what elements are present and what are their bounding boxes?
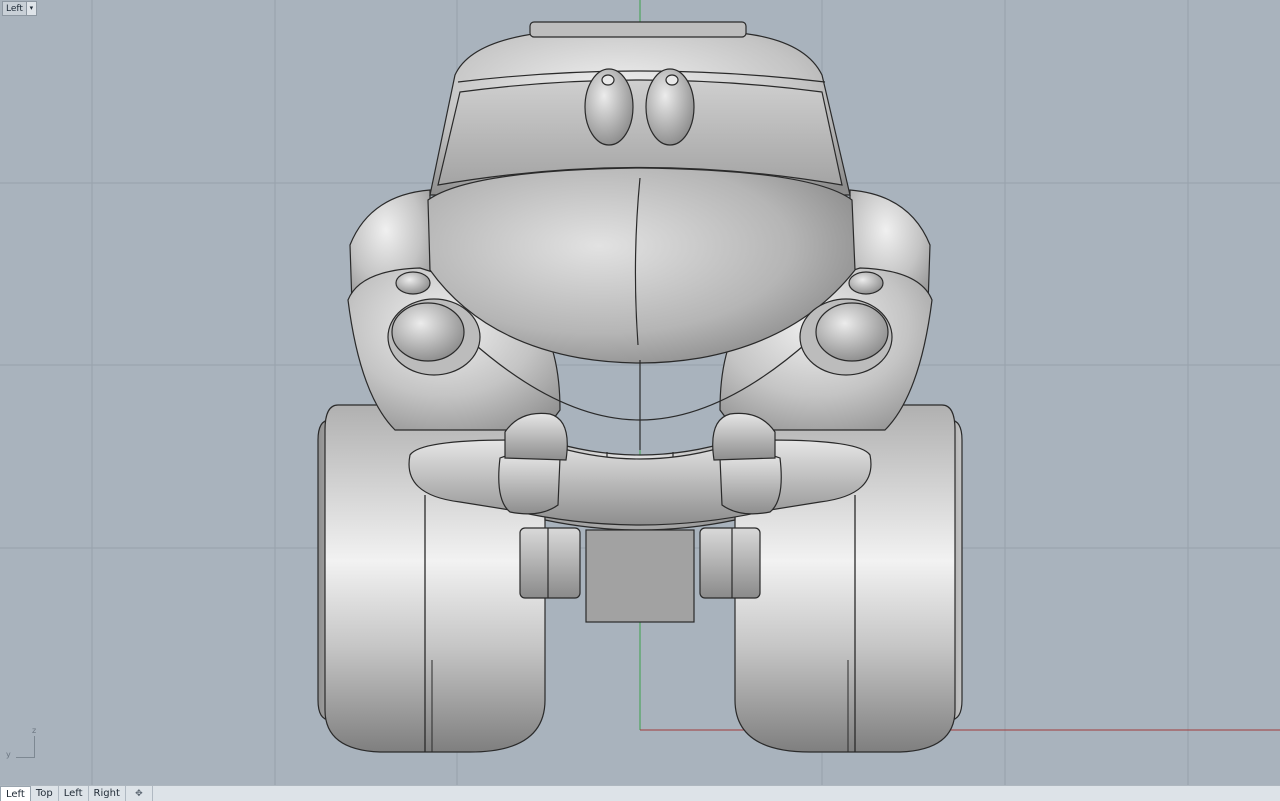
viewport-title[interactable]: Left ▾ — [2, 1, 37, 16]
z-axis-label: z — [32, 726, 37, 735]
viewport-canvas[interactable] — [0, 0, 1280, 785]
viewport-title-label: Left — [6, 3, 23, 14]
viewport-tab-bar: Left Top Left Right ✥ — [0, 785, 1280, 801]
world-axes-icon: z y — [6, 726, 46, 766]
viewport-menu-dropdown-icon[interactable]: ▾ — [25, 2, 36, 15]
tab-right[interactable]: Right — [89, 786, 126, 801]
tab-label: Left — [6, 788, 25, 800]
y-axis-label: y — [6, 750, 11, 759]
tab-label: Top — [35, 788, 53, 799]
tab-label: Right — [93, 788, 120, 799]
tab-top[interactable]: Top — [31, 786, 59, 801]
viewport-left[interactable]: Left ▾ z y — [0, 0, 1280, 785]
tab-left[interactable]: Left — [0, 786, 31, 801]
tab-left-2[interactable]: Left — [59, 786, 89, 801]
tab-label: Left — [63, 788, 83, 799]
add-viewport-tab-icon[interactable]: ✥ — [126, 786, 153, 801]
